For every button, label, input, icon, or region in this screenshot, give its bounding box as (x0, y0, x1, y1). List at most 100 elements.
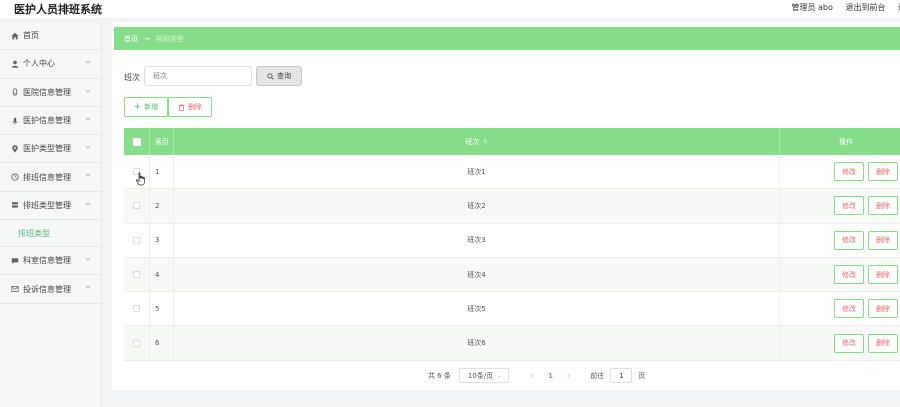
row-name: 班次4 (174, 257, 780, 292)
sidebar-item-label: 医护类型管理 (23, 144, 71, 154)
home-icon (10, 31, 19, 40)
page-size-select[interactable]: 10条/页 ⌄ (458, 368, 509, 383)
row-checkbox[interactable] (133, 271, 140, 279)
sidebar-item-medical-staff-info[interactable]: 医护信息管理 (0, 107, 101, 136)
goto-page-input[interactable] (610, 368, 633, 383)
chevron-down-icon (85, 145, 91, 149)
stack-icon (10, 201, 19, 210)
prev-page-button[interactable]: ‹ (531, 371, 534, 380)
chevron-down-icon (85, 89, 91, 93)
top-right-links: 管理员 abo 退出到前台 退 (781, 2, 900, 13)
header-operations: 操作 (839, 137, 853, 146)
sort-icon[interactable]: ⇅ (483, 139, 487, 145)
plus-icon: + (133, 102, 142, 112)
pointer-cursor-icon (135, 172, 145, 186)
chevron-down-icon (85, 286, 91, 289)
sidebar-item-personal-center[interactable]: 个人中心 (0, 50, 101, 79)
sidebar-item-schedule-info[interactable]: 排班信息管理 (0, 163, 101, 192)
row-checkbox[interactable] (133, 339, 140, 347)
sidebar-item-label: 投诉信息管理 (23, 284, 71, 294)
edit-button[interactable]: 修改 (834, 230, 864, 250)
delete-button[interactable]: 删除 (868, 299, 898, 319)
sidebar-item-label: 排班信息管理 (23, 172, 71, 182)
search-button-label: 查询 (277, 72, 291, 80)
sidebar-item-medical-type[interactable]: 医护类型管理 (0, 135, 101, 164)
sidebar-item-home[interactable]: 首页 (0, 22, 101, 51)
admin-label: 管理员 abo (791, 3, 833, 12)
sidebar-item-hospital-info[interactable]: 医院信息管理 (0, 79, 101, 107)
delete-button[interactable]: 删除 (868, 265, 898, 285)
chevron-down-icon (85, 117, 91, 121)
app-title: 医护人员排班系统 (14, 3, 102, 16)
row-name: 班次6 (174, 326, 780, 360)
search-input[interactable] (144, 66, 252, 86)
chevron-down-icon (85, 257, 91, 261)
info-icon (10, 88, 19, 97)
exit-to-frontend-link[interactable]: 退出到前台 (845, 3, 885, 12)
search-icon (267, 72, 274, 80)
row-checkbox[interactable] (133, 202, 140, 210)
delete-button[interactable]: 删除 (868, 162, 898, 182)
sidebar-item-schedule-type[interactable]: 排班类型管理 (0, 192, 101, 221)
page-size-value: 10条/页 (467, 371, 494, 380)
row-index: 1 (150, 155, 174, 189)
row-checkbox[interactable] (133, 305, 140, 313)
header-name[interactable]: 班次 ⇅ (174, 128, 780, 155)
table-header: 索引 班次 ⇅ 操作 (124, 128, 900, 155)
delete-button[interactable]: 删除 (868, 230, 898, 250)
trash-icon (178, 103, 185, 111)
edit-button[interactable]: 修改 (834, 265, 864, 285)
edit-button[interactable]: 修改 (834, 196, 864, 216)
row-checkbox-cell (124, 292, 150, 326)
row-index: 3 (150, 223, 174, 257)
edit-button[interactable]: 修改 (834, 299, 864, 319)
sidebar-item-label: 科室信息管理 (23, 256, 71, 266)
sidebar-subitem-schedule-type[interactable]: 排班类型 (0, 220, 101, 248)
breadcrumb-home[interactable]: 首页 (124, 34, 138, 44)
clock-icon (10, 173, 19, 182)
user-icon (10, 59, 19, 68)
chevron-up-icon (85, 202, 91, 206)
row-operations: 修改 删除 (780, 258, 900, 291)
delete-button[interactable]: 删除 (868, 196, 898, 216)
search-button[interactable]: 查询 (256, 66, 302, 86)
breadcrumb-current: 排班类型 (155, 34, 184, 43)
next-page-button[interactable]: › (567, 371, 570, 380)
row-operations: 修改 删除 (780, 292, 900, 325)
batch-delete-button[interactable]: 删除 (168, 97, 212, 117)
search-label: 班次 (124, 73, 140, 82)
header-name-label: 班次 (465, 137, 480, 146)
edit-button[interactable]: 修改 (834, 333, 864, 353)
sidebar-item-label: 排班类型管理 (23, 200, 71, 210)
add-button[interactable]: + 新增 (124, 97, 168, 117)
mic-icon (10, 116, 19, 125)
batch-delete-label: 删除 (188, 103, 202, 111)
header-checkbox-cell (124, 128, 150, 155)
table-row: 3 班次3 修改 删除 (124, 223, 900, 258)
pagination-total: 共 6 条 (428, 371, 451, 380)
chevron-down-icon (85, 61, 91, 64)
page-number-current[interactable]: 1 (548, 372, 553, 380)
pagination: 共 6 条 10条/页 ⌄ ‹ 1 › 前往 页 (428, 368, 645, 383)
chevron-down-icon: ⌄ (496, 372, 502, 379)
page-unit-label: 页 (638, 371, 646, 380)
row-operations: 修改 删除 (780, 326, 900, 359)
main-content: 首页 → 排班类型 班次 查询 + 新增 删除 索引 班次⇅ 操作 1 班次1 … (112, 22, 900, 390)
top-bar: 医护人员排班系统 管理员 abo 退出到前台 退 (0, 0, 900, 18)
sidebar-item-label: 个人中心 (23, 59, 55, 69)
goto-label: 前往 (590, 371, 605, 380)
edit-button[interactable]: 修改 (834, 162, 864, 182)
select-all-checkbox[interactable] (132, 137, 141, 146)
row-checkbox[interactable] (133, 236, 140, 244)
row-index: 4 (150, 257, 174, 292)
row-operations: 修改 删除 (780, 155, 900, 188)
sidebar: 首页 个人中心 医院信息管理 医护信息管理 医护类型管理 排班信息管理 排班类型… (0, 22, 102, 407)
sidebar-item-department-info[interactable]: 科室信息管理 (0, 247, 101, 276)
delete-button[interactable]: 删除 (868, 333, 898, 353)
table-row: 2 班次2 修改 删除 (124, 189, 900, 224)
chevron-down-icon (85, 174, 91, 178)
row-operations: 修改 删除 (780, 189, 900, 222)
sidebar-item-complaint-info[interactable]: 投诉信息管理 (0, 275, 101, 304)
table-row: 4 班次4 修改 删除 (124, 257, 900, 293)
row-name: 班次5 (174, 292, 780, 326)
